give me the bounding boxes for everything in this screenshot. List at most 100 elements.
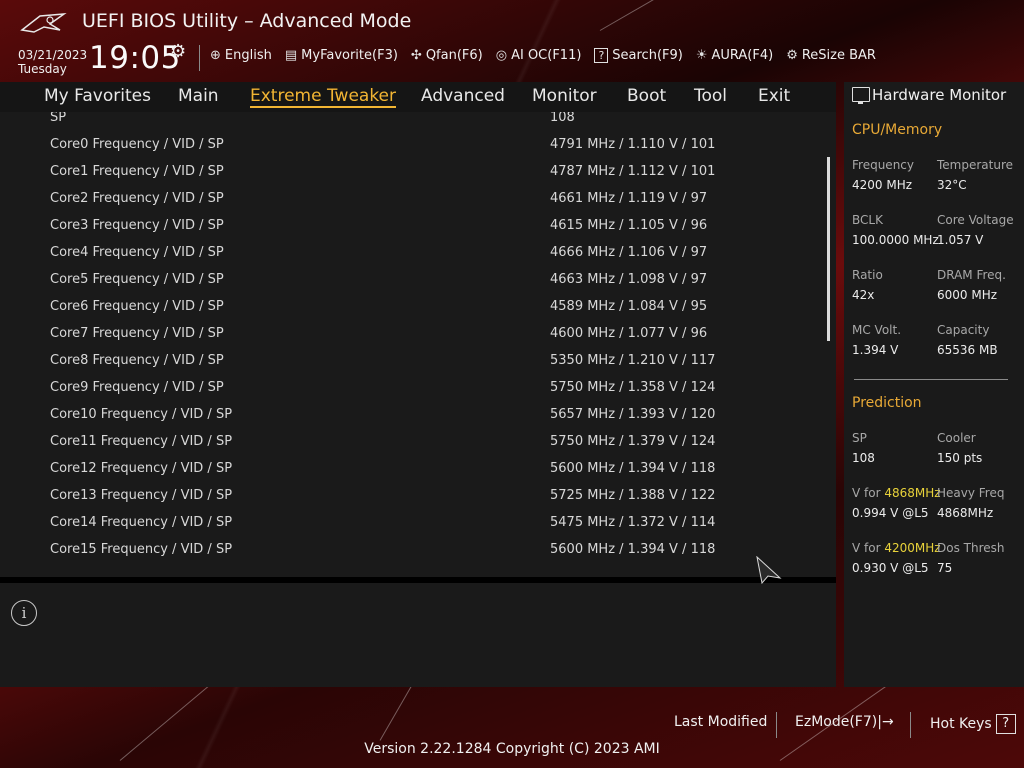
tab-exit[interactable]: Exit [758, 86, 790, 106]
temperature-label: Temperature [937, 158, 1014, 172]
v-for-value-2: 0.930 V @L5 [852, 561, 929, 575]
divider [854, 379, 1008, 380]
setting-row-core7[interactable]: Core7 Frequency / VID / SP 4600 MHz / 1.… [50, 326, 750, 341]
favorite-icon: ▤ [284, 48, 298, 63]
dram-freq-value: 6000 MHz [937, 288, 998, 302]
resize-bar-icon: ⚙ [786, 48, 798, 63]
dos-thresh-label: Dos Thresh [937, 541, 1005, 555]
tab-my-favorites[interactable]: My Favorites [44, 86, 151, 106]
cooler-label: Cooler [937, 431, 976, 445]
hardware-monitor-panel: Hardware Monitor CPU/Memory Frequency 42… [844, 82, 1024, 687]
resize-bar-button[interactable]: ⚙ ReSize BAR [786, 48, 876, 63]
ratio-value: 42x [852, 288, 875, 302]
capacity-value: 65536 MB [937, 343, 998, 357]
frequency-value: 4200 MHz [852, 178, 913, 192]
dos-thresh-value: 75 [937, 561, 953, 575]
tab-advanced[interactable]: Advanced [421, 86, 505, 106]
last-modified-button[interactable]: Last Modified [674, 714, 767, 730]
setting-value: 108 [550, 112, 575, 125]
setting-value: 5750 MHz / 1.358 V / 124 [550, 380, 716, 395]
tab-main[interactable]: Main [178, 86, 219, 106]
setting-label: Core11 Frequency / VID / SP [50, 434, 233, 449]
mc-volt-label: MC Volt. [852, 323, 902, 337]
weekday: Tuesday [18, 62, 67, 76]
language-button[interactable]: ⊕ English [210, 48, 272, 63]
setting-row-core3[interactable]: Core3 Frequency / VID / SP 4615 MHz / 1.… [50, 218, 750, 233]
setting-label: Core6 Frequency / VID / SP [50, 299, 224, 314]
prediction-heading: Prediction [852, 395, 922, 411]
divider [776, 712, 777, 738]
search-button[interactable]: ? Search(F9) [594, 48, 683, 63]
resize-bar-label: ReSize BAR [801, 48, 876, 63]
divider [910, 712, 911, 738]
tab-extreme-tweaker[interactable]: Extreme Tweaker [250, 86, 397, 108]
scrollbar[interactable] [827, 157, 830, 341]
toolbar: ⊕ English ▤ MyFavorite(F3) ✣ Qfan(F6) ◎ … [210, 48, 889, 63]
dram-freq-label: DRAM Freq. [937, 268, 1006, 282]
ai-oc-button[interactable]: ◎ AI OC(F11) [496, 48, 582, 63]
bclk-label: BCLK [852, 213, 883, 227]
hot-keys-label: Hot Keys [930, 716, 992, 732]
gear-icon[interactable]: ⚙ [170, 41, 186, 62]
v-for-label-1: V for 4868MHz [852, 486, 941, 500]
setting-row-core11[interactable]: Core11 Frequency / VID / SP 5750 MHz / 1… [50, 434, 750, 449]
ai-oc-icon: ◎ [495, 48, 508, 63]
setting-value: 4661 MHz / 1.119 V / 97 [550, 191, 708, 206]
tab-monitor[interactable]: Monitor [532, 86, 597, 106]
setting-row-core0[interactable]: Core0 Frequency / VID / SP 4791 MHz / 1.… [50, 137, 750, 152]
ezmode-button[interactable]: EzMode(F7)|→ [795, 714, 894, 730]
tab-boot[interactable]: Boot [627, 86, 666, 106]
setting-row-core4[interactable]: Core4 Frequency / VID / SP 4666 MHz / 1.… [50, 245, 750, 260]
core-voltage-label: Core Voltage [937, 213, 1014, 227]
aura-label: AURA(F4) [711, 48, 774, 63]
setting-row-core13[interactable]: Core13 Frequency / VID / SP 5725 MHz / 1… [50, 488, 750, 503]
setting-row-core8[interactable]: Core8 Frequency / VID / SP 5350 MHz / 1.… [50, 353, 750, 368]
setting-label: Core1 Frequency / VID / SP [50, 164, 224, 179]
page-title: UEFI BIOS Utility – Advanced Mode [82, 10, 412, 32]
v-for-frequency: 4868MHz [884, 486, 941, 500]
mc-volt-value: 1.394 V [852, 343, 899, 357]
search-icon: ? [594, 48, 609, 63]
setting-row-core9[interactable]: Core9 Frequency / VID / SP 5750 MHz / 1.… [50, 380, 750, 395]
globe-icon: ⊕ [210, 48, 221, 63]
setting-row-core15[interactable]: Core15 Frequency / VID / SP 5600 MHz / 1… [50, 542, 750, 557]
cpu-memory-heading: CPU/Memory [852, 122, 943, 138]
setting-value: 4663 MHz / 1.098 V / 97 [550, 272, 708, 287]
setting-value: 4589 MHz / 1.084 V / 95 [550, 299, 708, 314]
setting-row-core6[interactable]: Core6 Frequency / VID / SP 4589 MHz / 1.… [50, 299, 750, 314]
frequency-label: Frequency [852, 158, 914, 172]
setting-value: 5750 MHz / 1.379 V / 124 [550, 434, 716, 449]
setting-value: 4666 MHz / 1.106 V / 97 [550, 245, 708, 260]
capacity-label: Capacity [937, 323, 990, 337]
cooler-value: 150 pts [937, 451, 983, 465]
setting-label: Core14 Frequency / VID / SP [50, 515, 233, 530]
info-icon: i [11, 600, 37, 626]
setting-value: 5725 MHz / 1.388 V / 122 [550, 488, 716, 503]
v-for-value-1: 0.994 V @L5 [852, 506, 929, 520]
setting-label: Core3 Frequency / VID / SP [50, 218, 224, 233]
aura-button[interactable]: ☀ AURA(F4) [696, 48, 773, 63]
setting-label: Core15 Frequency / VID / SP [50, 542, 233, 557]
setting-row-core2[interactable]: Core2 Frequency / VID / SP 4661 MHz / 1.… [50, 191, 750, 206]
version-text: Version 2.22.1284 Copyright (C) 2023 AMI [364, 741, 660, 757]
setting-row-core10[interactable]: Core10 Frequency / VID / SP 5657 MHz / 1… [50, 407, 750, 422]
date-display: 03/21/2023 Tuesday [18, 48, 87, 76]
setting-label: Core9 Frequency / VID / SP [50, 380, 224, 395]
setting-row-core14[interactable]: Core14 Frequency / VID / SP 5475 MHz / 1… [50, 515, 750, 530]
setting-row-core12[interactable]: Core12 Frequency / VID / SP 5600 MHz / 1… [50, 461, 750, 476]
hot-keys-button[interactable]: Hot Keys? [930, 714, 1016, 734]
setting-value: 4791 MHz / 1.110 V / 101 [550, 137, 716, 152]
divider [199, 45, 200, 71]
setting-row-core5[interactable]: Core5 Frequency / VID / SP 4663 MHz / 1.… [50, 272, 750, 287]
setting-row-core1[interactable]: Core1 Frequency / VID / SP 4787 MHz / 1.… [50, 164, 750, 179]
setting-label: Core13 Frequency / VID / SP [50, 488, 233, 503]
myfavorite-button[interactable]: ▤ MyFavorite(F3) [285, 48, 398, 63]
qfan-label: Qfan(F6) [425, 48, 483, 63]
setting-label: Core4 Frequency / VID / SP [50, 245, 224, 260]
help-panel: i [0, 583, 836, 687]
setting-row-sp[interactable]: SP 108 [50, 112, 750, 125]
tab-tool[interactable]: Tool [694, 86, 727, 106]
v-for-prefix: V for [852, 541, 885, 555]
setting-label: Core2 Frequency / VID / SP [50, 191, 224, 206]
qfan-button[interactable]: ✣ Qfan(F6) [411, 48, 483, 63]
